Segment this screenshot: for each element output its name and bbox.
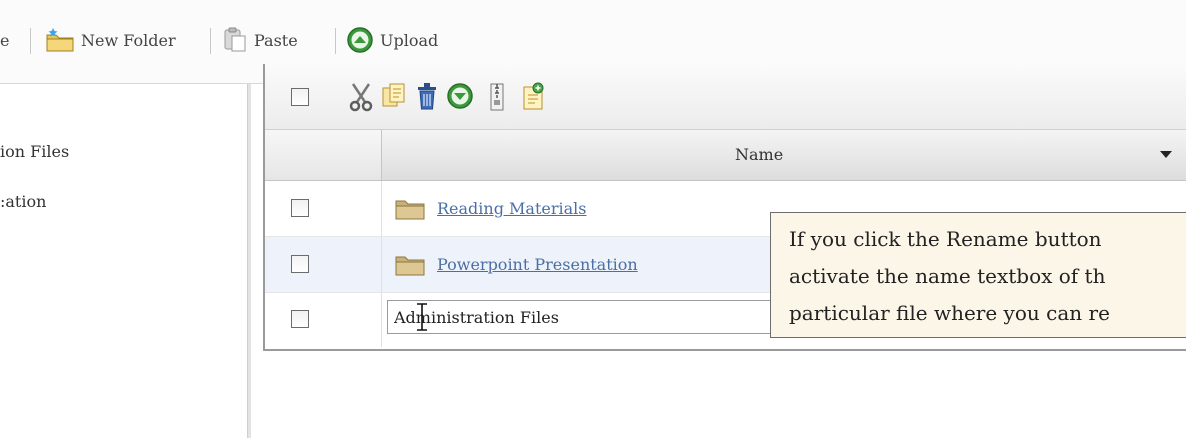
- download-icon[interactable]: [446, 82, 474, 110]
- tree-item[interactable]: ion Files: [0, 142, 69, 161]
- new-folder-label: New Folder: [81, 30, 176, 50]
- row-checkbox-cell: [265, 237, 382, 292]
- tooltip-line: particular file where you can re: [789, 301, 1110, 325]
- zip-icon[interactable]: [488, 82, 506, 112]
- folder-icon: [395, 256, 425, 276]
- folder-tree: ion Files :ation: [0, 84, 247, 438]
- row-checkbox[interactable]: [291, 310, 309, 328]
- header-checkbox-cell: [265, 130, 382, 180]
- rename-help-tooltip: If you click the Rename button activate …: [770, 212, 1186, 338]
- grid-header: Name: [265, 130, 1186, 181]
- toolbar-partial-button[interactable]: e: [0, 25, 9, 55]
- tooltip-line: activate the name textbox of th: [789, 264, 1106, 288]
- sidebar-splitter[interactable]: [247, 84, 251, 438]
- upload-label: Upload: [380, 30, 439, 50]
- row-checkbox-cell: [265, 293, 382, 347]
- paste-label: Paste: [254, 30, 298, 50]
- text-cursor-icon: [417, 303, 427, 331]
- paste-icon: [224, 27, 246, 52]
- rename-textbox[interactable]: [387, 300, 787, 334]
- delete-icon[interactable]: [415, 81, 439, 111]
- toolbar-separator: [335, 28, 336, 54]
- tree-item[interactable]: :ation: [0, 192, 46, 211]
- toolbar-partial-label: e: [0, 30, 10, 50]
- new-folder-icon: [46, 28, 74, 52]
- tree-item-label: :ation: [0, 192, 47, 211]
- column-sort-menu-icon[interactable]: [1160, 149, 1172, 159]
- tree-item-label: ion Files: [0, 142, 70, 161]
- rename-icon[interactable]: [521, 81, 549, 111]
- upload-icon: [347, 27, 373, 53]
- toolbar-separator: [210, 28, 211, 54]
- folder-link[interactable]: Reading Materials: [437, 199, 587, 218]
- grid-toolbar: [265, 66, 1186, 130]
- tooltip-line: If you click the Rename button: [789, 227, 1102, 251]
- copy-icon[interactable]: [381, 82, 407, 110]
- name-column-header[interactable]: Name: [735, 145, 783, 164]
- upload-button[interactable]: Upload: [346, 25, 438, 55]
- toolbar-separator: [30, 28, 31, 54]
- select-all-checkbox[interactable]: [291, 88, 309, 106]
- row-checkbox-cell: [265, 181, 382, 236]
- row-checkbox[interactable]: [291, 199, 309, 217]
- cut-icon[interactable]: [347, 82, 375, 112]
- folder-link[interactable]: Powerpoint Presentation: [437, 255, 638, 274]
- new-folder-button[interactable]: New Folder: [45, 25, 176, 55]
- row-checkbox[interactable]: [291, 255, 309, 273]
- paste-button[interactable]: Paste: [222, 25, 298, 55]
- folder-icon: [395, 200, 425, 220]
